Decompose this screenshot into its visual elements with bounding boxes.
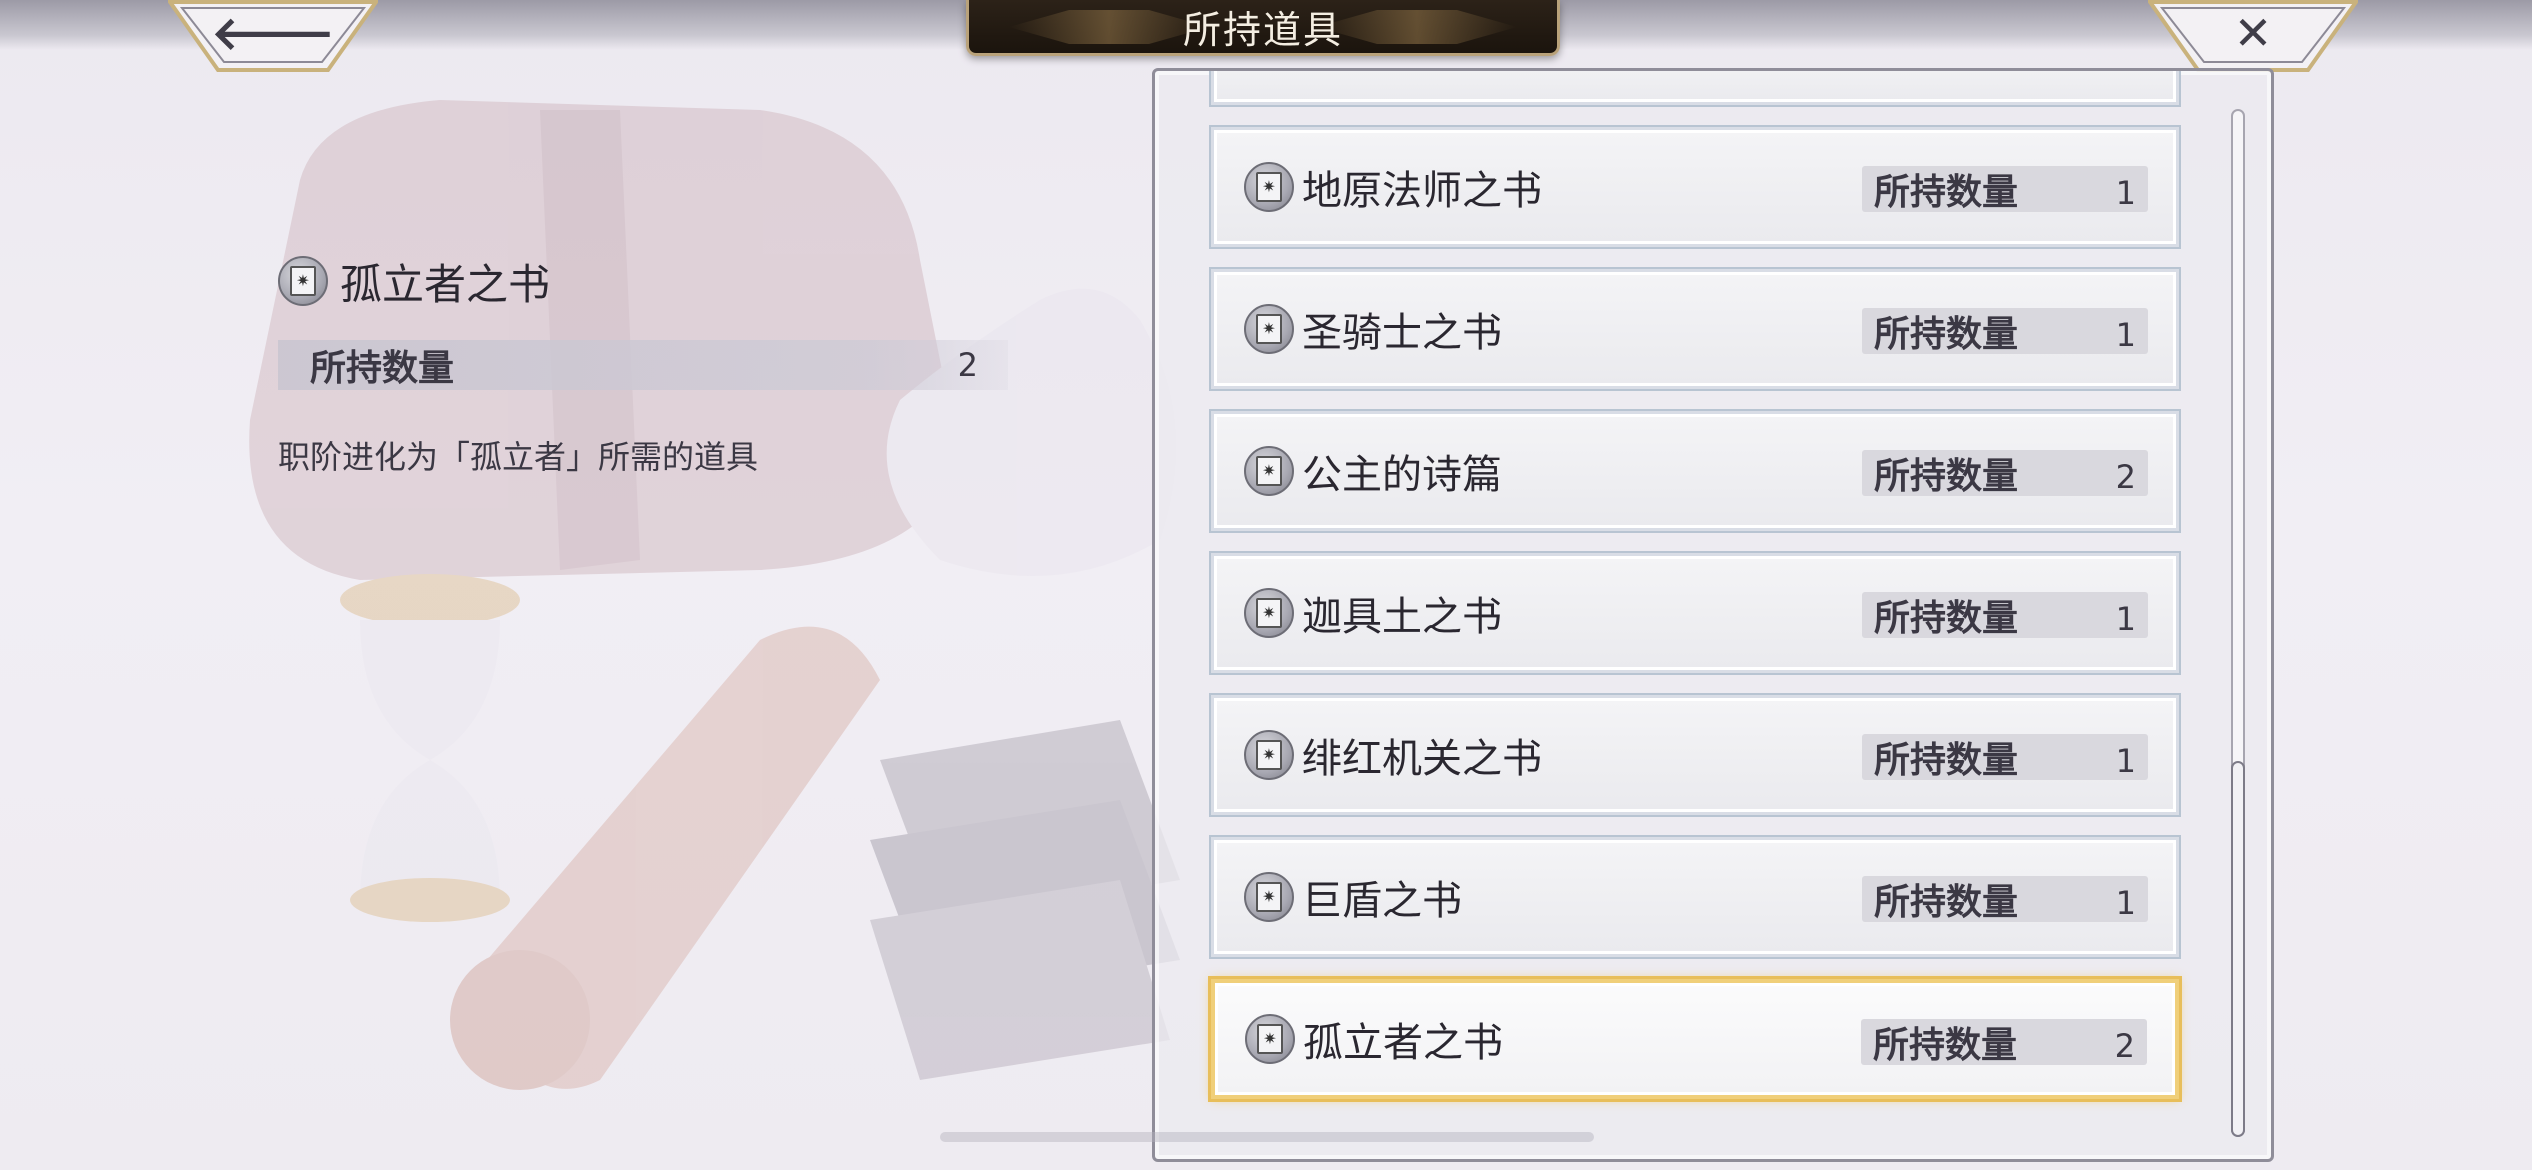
back-arrow-icon: 🡐 <box>211 6 335 60</box>
home-indicator[interactable] <box>940 1132 1594 1142</box>
item-name: 孤立者之书 <box>1303 1020 1503 1066</box>
item-list-panel: ✷ 地原法师之书 所持数量 1 ✷ 圣骑士之书 所持数量 1 ✷ 公主的诗篇 所… <box>1152 68 2274 1162</box>
book-icon: ✷ <box>1244 304 1294 354</box>
quantity-label: 所持数量 <box>1874 740 2019 781</box>
list-item[interactable]: ✷ 地原法师之书 所持数量 1 <box>1211 127 2179 247</box>
quantity-badge: 所持数量 1 <box>1862 166 2148 213</box>
quantity-value: 1 <box>2115 316 2136 354</box>
detail-quantity-bar: 所持数量 2 <box>278 340 1008 390</box>
quantity-label: 所持数量 <box>1874 456 2019 497</box>
quantity-badge: 所持数量 1 <box>1862 734 2148 781</box>
list-item[interactable]: ✷ 公主的诗篇 所持数量 2 <box>1211 411 2179 531</box>
detail-quantity-label: 所持数量 <box>310 348 455 389</box>
quantity-badge: 所持数量 1 <box>1862 592 2148 639</box>
back-button[interactable]: 🡐 <box>168 0 378 72</box>
list-item[interactable]: ✷ 迦具土之书 所持数量 1 <box>1211 553 2179 673</box>
quantity-label: 所持数量 <box>1874 172 2019 213</box>
item-name: 迦具土之书 <box>1302 594 1502 640</box>
list-item-selected[interactable]: ✷ 孤立者之书 所持数量 2 <box>1211 979 2179 1099</box>
detail-item-name: 孤立者之书 <box>340 259 551 309</box>
item-name: 公主的诗篇 <box>1302 452 1502 498</box>
quantity-badge: 所持数量 2 <box>1861 1019 2147 1066</box>
quantity-value: 1 <box>2115 742 2136 780</box>
item-name: 巨盾之书 <box>1302 878 1462 924</box>
quantity-value: 1 <box>2115 884 2136 922</box>
quantity-value: 2 <box>2115 458 2136 496</box>
quantity-label: 所持数量 <box>1873 1025 2018 1066</box>
item-name: 绯红机关之书 <box>1302 736 1542 782</box>
book-icon: ✷ <box>1244 162 1294 212</box>
detail-quantity-value: 2 <box>957 346 978 384</box>
book-icon: ✷ <box>1244 872 1294 922</box>
title-ornament-left <box>1009 10 1209 44</box>
list-item[interactable]: ✷ 绯红机关之书 所持数量 1 <box>1211 695 2179 815</box>
book-icon: ✷ <box>1244 446 1294 496</box>
detail-description: 职阶进化为「孤立者」所需的道具 <box>278 438 759 476</box>
scrollbar-thumb[interactable] <box>2231 761 2245 1137</box>
item-name: 地原法师之书 <box>1302 168 1542 214</box>
quantity-badge: 所持数量 1 <box>1862 308 2148 355</box>
quantity-value: 2 <box>2114 1027 2135 1065</box>
quantity-badge: 所持数量 1 <box>1862 876 2148 923</box>
detail-header: ✷ 孤立者之书 <box>278 250 1018 312</box>
book-icon: ✷ <box>278 256 328 306</box>
quantity-label: 所持数量 <box>1874 598 2019 639</box>
item-name: 圣骑士之书 <box>1302 310 1502 356</box>
quantity-badge: 所持数量 2 <box>1862 450 2148 497</box>
book-icon: ✷ <box>1245 1014 1295 1064</box>
quantity-label: 所持数量 <box>1874 314 2019 355</box>
quantity-value: 1 <box>2115 174 2136 212</box>
page-title: 所持道具 <box>1182 8 1343 52</box>
item-list: ✷ 地原法师之书 所持数量 1 ✷ 圣骑士之书 所持数量 1 ✷ 公主的诗篇 所… <box>1211 71 2179 1121</box>
close-icon: ✕ <box>2233 6 2273 60</box>
quantity-value: 1 <box>2115 600 2136 638</box>
book-icon: ✷ <box>1244 588 1294 638</box>
book-icon: ✷ <box>1244 730 1294 780</box>
title-ornament-right <box>1317 10 1517 44</box>
list-item[interactable]: ✷ 巨盾之书 所持数量 1 <box>1211 837 2179 957</box>
quantity-label: 所持数量 <box>1874 882 2019 923</box>
item-detail-panel: ✷ 孤立者之书 所持数量 2 职阶进化为「孤立者」所需的道具 <box>278 250 1018 478</box>
list-item[interactable]: ✷ 圣骑士之书 所持数量 1 <box>1211 269 2179 389</box>
title-plate: 所持道具 <box>966 0 1560 56</box>
list-item-partial[interactable] <box>1211 71 2179 105</box>
close-button[interactable]: ✕ <box>2148 0 2358 72</box>
